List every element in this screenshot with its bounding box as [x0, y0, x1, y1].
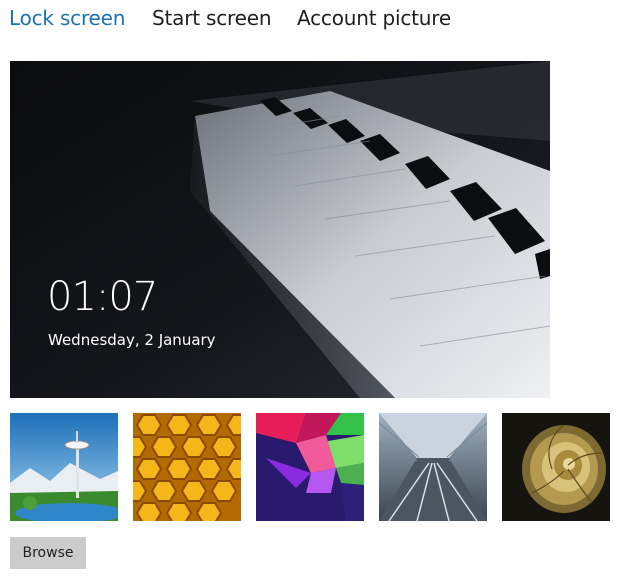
tab-start-screen[interactable]: Start screen [152, 6, 272, 30]
thumbnail-geometric-pattern[interactable] [256, 413, 364, 521]
lock-screen-time: 01:07 [47, 274, 158, 320]
lock-screen-date: Wednesday, 2 January [48, 331, 216, 349]
lock-screen-preview: 01:07 Wednesday, 2 January [10, 61, 550, 398]
thumbnail-railway[interactable] [379, 413, 487, 521]
thumbnail-nautilus-shell[interactable] [502, 413, 610, 521]
personalize-tabs: Lock screen Start screen Account picture [0, 0, 621, 40]
background-picture-gallery [10, 413, 610, 521]
tab-account-picture[interactable]: Account picture [297, 6, 451, 30]
thumbnail-honeycomb[interactable] [133, 413, 241, 521]
tab-lock-screen[interactable]: Lock screen [9, 6, 125, 30]
browse-button[interactable]: Browse [10, 537, 86, 569]
thumbnail-space-needle[interactable] [10, 413, 118, 521]
